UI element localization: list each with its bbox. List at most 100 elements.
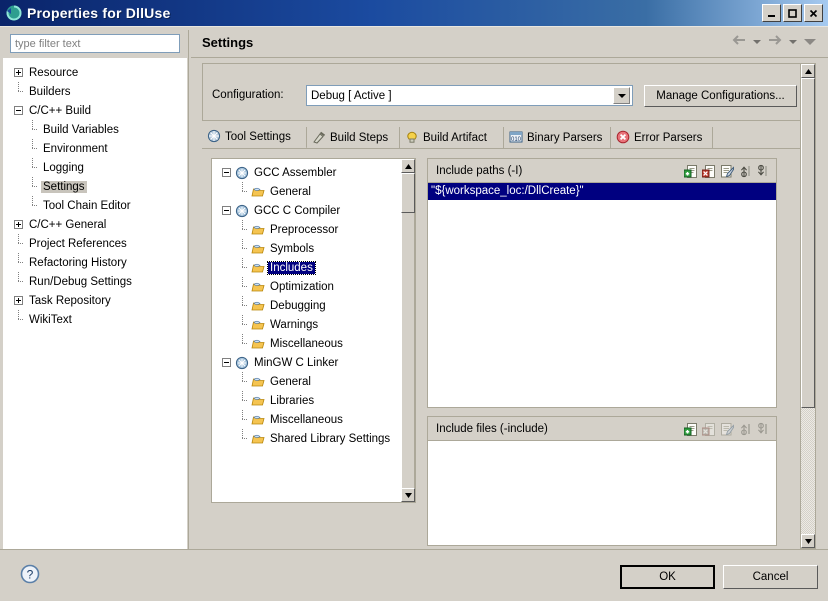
tool-icon [235,166,249,180]
sidebar-item-environment[interactable]: Environment [8,139,186,158]
sidebar-item-label: Settings [41,180,87,193]
tool-tree-item-gcc-assembler[interactable]: GCC Assembler [218,163,415,182]
page-title: Settings [202,34,254,50]
page-scroll-track[interactable] [801,408,815,534]
tool-tree-item-miscellaneous[interactable]: Miscellaneous [218,334,415,353]
add-icon[interactable] [684,422,698,436]
scroll-thumb[interactable] [401,173,415,213]
tool-tree-item-preprocessor[interactable]: Preprocessor [218,220,415,239]
page-scrollbar[interactable] [800,63,816,549]
page-scroll-thumb[interactable] [801,78,815,408]
sidebar-item-wikitext[interactable]: WikiText [8,310,186,329]
folder-icon [251,261,265,274]
forward-arrow-icon[interactable] [768,35,782,48]
include-paths-list[interactable]: "${workspace_loc:/DllCreate}" [428,183,776,407]
sidebar-item-build-variables[interactable]: Build Variables [8,120,186,139]
binary-parsers-icon: 010 [509,130,523,147]
collapse-icon[interactable] [222,206,231,215]
expand-icon[interactable] [14,68,23,77]
tool-tree-item-general[interactable]: General [218,372,415,391]
folder-icon [251,280,265,293]
tool-tree-item-libraries[interactable]: Libraries [218,391,415,410]
tool-tree-scrollbar[interactable] [401,158,415,503]
configuration-value: Debug [ Active ] [311,89,392,102]
sidebar-item-run-debug-settings[interactable]: Run/Debug Settings [8,272,186,291]
sidebar-item-project-references[interactable]: Project References [8,234,186,253]
sidebar-item-builders[interactable]: Builders [8,82,186,101]
cancel-button[interactable]: Cancel [723,565,818,589]
manage-configurations-button[interactable]: Manage Configurations... [644,85,797,107]
chevron-down-icon[interactable] [613,87,630,104]
edit-icon [720,422,735,436]
tab-binary-parsers[interactable]: 010 Binary Parsers [504,127,611,149]
sidebar-item-refactoring-history[interactable]: Refactoring History [8,253,186,272]
back-arrow-icon[interactable] [732,35,746,48]
tree-line [238,429,247,448]
tree-line [238,410,247,429]
sidebar-item-label: C/C++ Build [29,104,92,117]
tool-tree-item-general[interactable]: General [218,182,415,201]
tool-tree-item-includes[interactable]: Includes [218,258,415,277]
menu-dropdown-icon[interactable] [804,38,816,45]
tool-tree-item-debugging[interactable]: Debugging [218,296,415,315]
tool-tree-item-mingw-c-linker[interactable]: MinGW C Linker [218,353,415,372]
configuration-label: Configuration: [212,89,284,101]
tool-tree-item-label: Shared Library Settings [270,432,391,445]
folder-icon [251,185,265,198]
sidebar-item-settings[interactable]: Settings [8,177,186,196]
tool-tree-item-warnings[interactable]: Warnings [218,315,415,334]
window-titlebar: Properties for DllUse [0,0,828,26]
expand-icon[interactable] [14,220,23,229]
tool-tree[interactable]: GCC Assembler General GCC C Compiler Prepro… [211,158,416,503]
ok-button[interactable]: OK [620,565,715,589]
pane-divider[interactable] [188,30,190,549]
tool-tree-item-label: Miscellaneous [270,337,343,350]
tool-tree-item-gcc-c-compiler[interactable]: GCC C Compiler [218,201,415,220]
include-path-row[interactable]: "${workspace_loc:/DllCreate}" [428,183,776,200]
svg-text:?: ? [27,568,34,582]
tab-tool-settings[interactable]: Tool Settings [202,127,307,149]
sidebar-item-tool-chain-editor[interactable]: Tool Chain Editor [8,196,186,215]
sidebar-item-label: Build Variables [43,123,119,136]
sidebar-item-task-repository[interactable]: Task Repository [8,291,186,310]
tree-line [238,258,247,277]
delete-icon[interactable] [702,164,716,178]
tab-error-parsers[interactable]: Error Parsers [611,127,713,149]
tool-tree-item-miscellaneous[interactable]: Miscellaneous [218,410,415,429]
collapse-icon[interactable] [222,168,231,177]
expand-icon[interactable] [14,296,23,305]
minimize-button[interactable] [762,4,781,22]
edit-icon[interactable] [720,164,735,178]
dialog-footer: ? OK Cancel [0,549,828,601]
back-dropdown-icon[interactable] [753,39,761,44]
sidebar-item-logging[interactable]: Logging [8,158,186,177]
tree-line [28,177,37,196]
settings-tree[interactable]: Resource Builders C/C++ Build Build Variabl… [3,58,187,549]
maximize-button[interactable] [783,4,802,22]
tab-build-steps[interactable]: Build Steps [307,127,400,149]
scroll-down-button[interactable] [401,488,415,502]
page-scroll-down-button[interactable] [801,534,815,548]
include-files-list[interactable] [428,441,776,545]
collapse-icon[interactable] [14,106,23,115]
sidebar-item-c-c-general[interactable]: C/C++ General [8,215,186,234]
configuration-select[interactable]: Debug [ Active ] [306,85,633,106]
tool-tree-item-optimization[interactable]: Optimization [218,277,415,296]
move-down-icon[interactable] [756,164,769,178]
move-up-icon [739,422,752,436]
tool-tree-item-symbols[interactable]: Symbols [218,239,415,258]
move-up-icon[interactable] [739,164,752,178]
tool-tree-item-label: General [270,375,311,388]
close-button[interactable] [804,4,823,22]
sidebar-item-c-c-build[interactable]: C/C++ Build [8,101,186,120]
tool-tree-item-shared-library-settings[interactable]: Shared Library Settings [218,429,415,448]
sidebar-item-resource[interactable]: Resource [8,63,186,82]
filter-input[interactable]: type filter text [10,34,180,53]
collapse-icon[interactable] [222,358,231,367]
tab-build-artifact[interactable]: Build Artifact [400,127,504,149]
help-icon[interactable]: ? [20,564,40,587]
scroll-up-button[interactable] [401,159,415,173]
page-scroll-up-button[interactable] [801,64,815,78]
forward-dropdown-icon[interactable] [789,39,797,44]
add-icon[interactable] [684,164,698,178]
